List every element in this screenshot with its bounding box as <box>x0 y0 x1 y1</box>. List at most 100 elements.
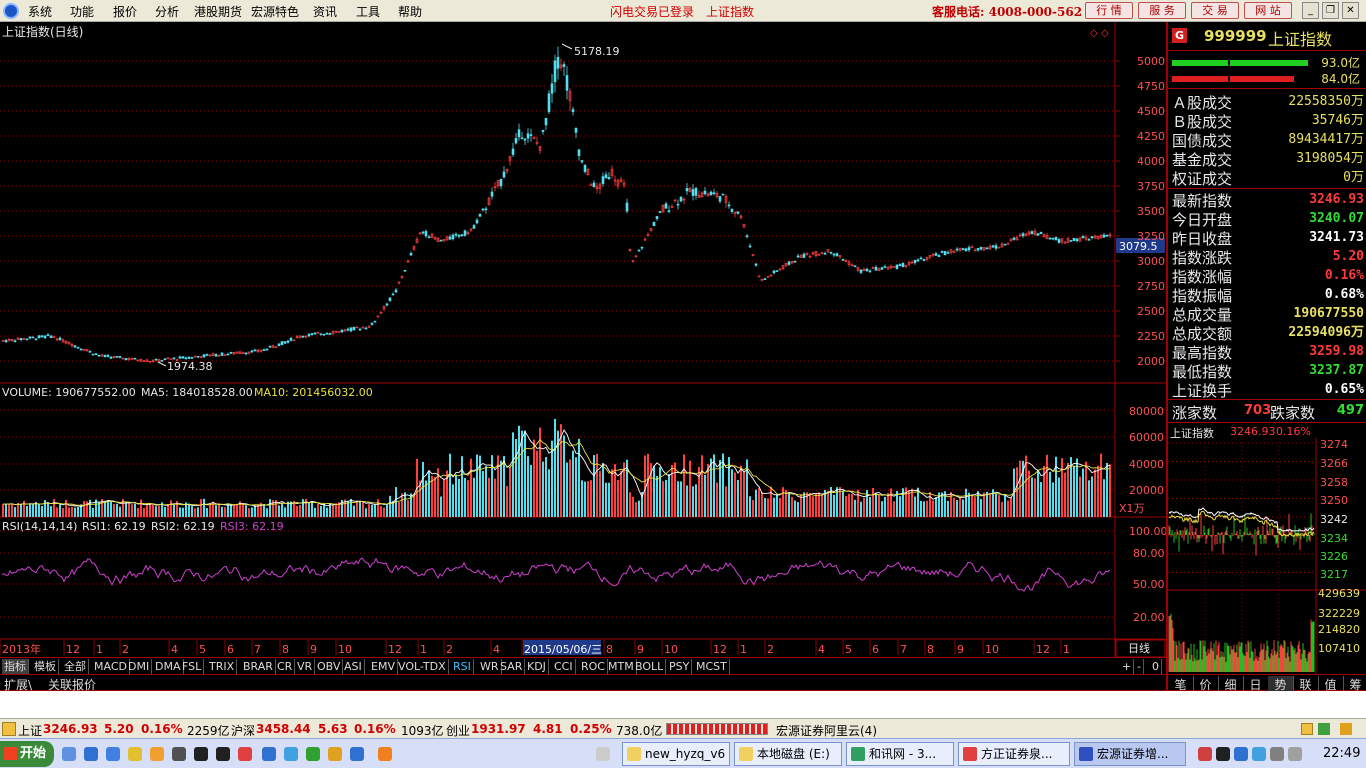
quicklaunch-app-icon[interactable] <box>238 747 252 761</box>
panel-corner-icons[interactable]: ◇ ◇ <box>1090 28 1109 39</box>
rsi3-label: RSI3: 62.19 <box>220 520 284 533</box>
candle-body <box>277 343 281 347</box>
candle-body <box>37 335 41 339</box>
quote-row-value: 3237.87 <box>1309 363 1364 378</box>
indicator-tab[interactable]: PSY <box>667 659 693 674</box>
minimize-icon[interactable]: _ <box>1302 2 1319 19</box>
task-window-3[interactable]: 和讯网 - 3... <box>846 742 954 766</box>
quote-row-label: 最低指数 <box>1172 363 1233 381</box>
close-icon[interactable]: ✕ <box>1342 2 1359 19</box>
candle-body <box>502 171 506 178</box>
task-window-4[interactable]: 方正证券泉... <box>958 742 1070 766</box>
notify-icon[interactable] <box>1301 723 1313 735</box>
current-security: 上证指数 <box>706 5 755 19</box>
app-logo-icon[interactable] <box>3 3 19 19</box>
task-window-1[interactable]: new_hyzq_v6 <box>622 742 730 766</box>
indicator-tab[interactable]: ASI <box>342 659 365 674</box>
menu-tools[interactable]: 工具 <box>356 3 380 20</box>
quicklaunch-qq-icon[interactable] <box>194 747 208 761</box>
quicklaunch-smiley-icon[interactable] <box>150 747 164 761</box>
clock[interactable]: 22:49 <box>1323 746 1360 761</box>
menu-news[interactable]: 资讯 <box>313 3 337 20</box>
keyboard-icon[interactable] <box>596 747 610 761</box>
menu-function[interactable]: 功能 <box>70 3 94 20</box>
zoom-control[interactable]: + <box>1120 659 1135 674</box>
task-window-5[interactable]: 宏源证券增... <box>1074 742 1186 766</box>
menu-analysis[interactable]: 分析 <box>155 3 179 20</box>
lock-icon[interactable] <box>1340 723 1352 735</box>
intraday-chart[interactable]: 3274 3266 3258 3250 3242 3234 3226 3217 … <box>1168 438 1366 674</box>
volume-bar <box>41 505 43 517</box>
menu-system[interactable]: 系统 <box>28 3 52 20</box>
indicator-tab[interactable]: 指标 <box>2 659 29 674</box>
indicator-tab[interactable]: OBV <box>315 659 344 674</box>
tray-network-icon[interactable] <box>1252 747 1266 761</box>
candle-body <box>40 335 44 338</box>
zoom-control[interactable]: 0 <box>1150 659 1162 674</box>
volume-bar <box>827 490 829 517</box>
indicator-tab[interactable]: CR <box>275 659 296 674</box>
indicator-tab[interactable]: BOLL <box>633 659 667 674</box>
quicklaunch-film-icon[interactable] <box>172 747 186 761</box>
indicator-tab[interactable]: DMA <box>153 659 184 674</box>
tray-flag-icon[interactable] <box>1198 747 1212 761</box>
tray-usb-icon[interactable] <box>1288 747 1302 761</box>
quicklaunch-chrome-icon[interactable] <box>328 747 342 761</box>
indicator-tab[interactable]: VR <box>295 659 316 674</box>
quicklaunch-app5-icon[interactable] <box>378 747 392 761</box>
tray-volume-icon[interactable] <box>1270 747 1284 761</box>
indicator-tab[interactable]: BRAR <box>241 659 276 674</box>
candle-body <box>763 278 767 280</box>
status-menu-icon[interactable] <box>2 722 16 736</box>
zoom-control[interactable]: - <box>1135 659 1144 674</box>
intraday-price-tick: 3250 <box>1320 494 1348 507</box>
period-label[interactable]: 日线 <box>1128 641 1150 655</box>
tray-app-icon[interactable] <box>1234 747 1248 761</box>
indicator-tab[interactable]: CCI <box>552 659 576 674</box>
restore-icon[interactable]: ❐ <box>1322 2 1339 19</box>
chart-area[interactable]: 上证指数(日线) ◇ ◇ 5178.19 1974.38 3079.5 5000… <box>0 22 1166 657</box>
indicator-tab[interactable]: 模板 <box>32 659 59 674</box>
indicator-tab[interactable]: MACD <box>92 659 130 674</box>
service-button[interactable]: 服 务 <box>1138 2 1186 19</box>
volume-bar <box>575 457 577 517</box>
quicklaunch-qq2-icon[interactable] <box>216 747 230 761</box>
menu-quote[interactable]: 报价 <box>113 3 137 20</box>
quicklaunch-app3-icon[interactable] <box>306 747 320 761</box>
menu-hk-futures[interactable]: 港股期货 <box>194 3 242 20</box>
kline-chart-svg[interactable]: 上证指数(日线) ◇ ◇ 5178.19 1974.38 3079.5 5000… <box>0 22 1166 657</box>
indicator-tab[interactable]: EMV <box>369 659 398 674</box>
stat-warrant: 权证成交 0万 <box>1172 168 1364 188</box>
quicklaunch-folder-icon[interactable] <box>62 747 76 761</box>
indicator-tab[interactable]: MCST <box>694 659 730 674</box>
quote-row: 最低指数 3237.87 <box>1172 361 1364 381</box>
quicklaunch-media-icon[interactable] <box>128 747 142 761</box>
indicator-tab[interactable]: FSL <box>180 659 205 674</box>
indicator-tab[interactable]: KDJ <box>525 659 549 674</box>
website-button[interactable]: 网 站 <box>1244 2 1292 19</box>
indicator-tab[interactable]: 全部 <box>62 659 89 674</box>
tray-qq-icon[interactable] <box>1216 747 1230 761</box>
start-button[interactable]: 开始 <box>0 741 54 767</box>
task-window-2[interactable]: 本地磁盘 (E:) <box>734 742 842 766</box>
quicklaunch-browser-icon[interactable] <box>106 747 120 761</box>
quicklaunch-ie-icon[interactable] <box>84 747 98 761</box>
indicator-tab[interactable]: RSI <box>451 659 474 674</box>
indicator-tab[interactable]: TRIX <box>207 659 238 674</box>
menu-hongyuan[interactable]: 宏源特色 <box>251 3 299 20</box>
quicklaunch-app2-icon[interactable] <box>284 747 298 761</box>
quicklaunch-ie2-icon[interactable] <box>262 747 276 761</box>
indicator-tab[interactable]: ROC <box>579 659 608 674</box>
candle-body <box>478 213 482 217</box>
trade-button[interactable]: 交 易 <box>1191 2 1239 19</box>
time-label: 9 <box>637 643 644 656</box>
intraday-volume-tick: 429639 <box>1318 587 1360 600</box>
indicator-tab[interactable]: DMI <box>126 659 153 674</box>
indicator-tab[interactable]: VOL-TDX <box>396 659 449 674</box>
time-label: 8 <box>927 643 934 656</box>
indicator-tab[interactable]: SAR <box>498 659 526 674</box>
candle-body <box>727 204 731 207</box>
menu-help[interactable]: 帮助 <box>398 3 422 20</box>
quote-button[interactable]: 行 情 <box>1085 2 1133 19</box>
quicklaunch-app4-icon[interactable] <box>350 747 364 761</box>
